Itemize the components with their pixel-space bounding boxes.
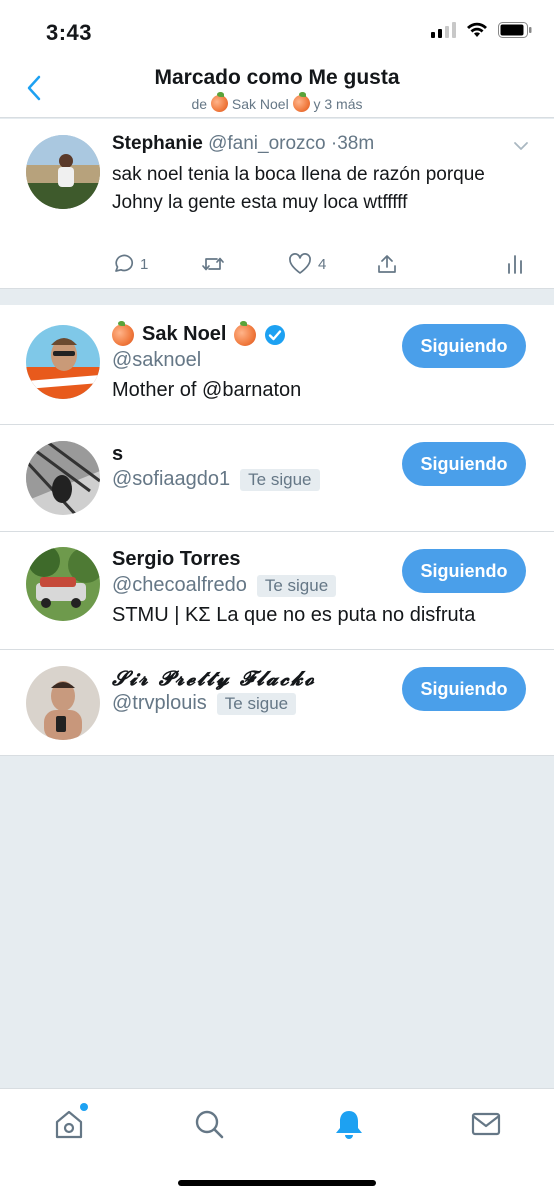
avatar[interactable] bbox=[26, 666, 100, 740]
user-handle-line: @checoalfredo Te sigue bbox=[112, 574, 337, 597]
retweet-button[interactable] bbox=[200, 253, 226, 275]
reply-count: 1 bbox=[140, 255, 149, 273]
avatar-photo bbox=[26, 441, 100, 515]
user-handle[interactable]: @checoalfredo bbox=[112, 574, 247, 597]
search-icon bbox=[195, 1110, 224, 1139]
retweet-icon bbox=[202, 257, 224, 271]
user-name[interactable]: s bbox=[112, 443, 123, 466]
like-button[interactable]: 4 bbox=[288, 253, 326, 275]
user-handle[interactable]: @saknoel bbox=[112, 349, 201, 372]
verified-icon bbox=[265, 324, 286, 345]
tab-notifications[interactable] bbox=[332, 1107, 366, 1141]
share-icon bbox=[378, 255, 396, 273]
battery-icon bbox=[498, 22, 532, 38]
notifications-icon bbox=[336, 1111, 362, 1139]
wifi-icon bbox=[467, 22, 487, 37]
follows-you-badge: Te sigue bbox=[256, 574, 337, 597]
tweet-text: sak noel tenia la boca llena de razón po… bbox=[112, 164, 485, 213]
analytics-icon bbox=[508, 255, 522, 274]
following-button[interactable]: Siguiendo bbox=[402, 324, 526, 368]
tab-home[interactable] bbox=[52, 1103, 88, 1141]
peach-emoji-icon bbox=[292, 92, 310, 112]
user-bio: Mother of @barnaton bbox=[112, 379, 302, 401]
follows-you-badge: Te sigue bbox=[216, 692, 297, 715]
cellular-signal-icon bbox=[431, 22, 456, 38]
page-subtitle: de Sak Noel y 3 más bbox=[0, 92, 554, 112]
peach-emoji-icon bbox=[234, 320, 257, 346]
user-handle-line: @trvplouis Te sigue bbox=[112, 692, 297, 715]
subtitle-prefix: de bbox=[191, 96, 208, 112]
following-button[interactable]: Siguiendo bbox=[402, 667, 526, 711]
tweet-time: 38m bbox=[337, 133, 375, 154]
user-handle[interactable]: @sofiaagdo1 bbox=[112, 468, 230, 491]
share-button[interactable] bbox=[376, 253, 398, 275]
subtitle-suffix: y 3 más bbox=[313, 96, 363, 112]
like-count: 4 bbox=[318, 255, 327, 273]
following-button[interactable]: Siguiendo bbox=[402, 549, 526, 593]
user-row[interactable]: s @sofiaagdo1 Te sigue Siguiendo bbox=[0, 425, 554, 532]
status-time: 3:43 bbox=[46, 20, 93, 45]
user-row[interactable]: Sak Noel @saknoel Mother of @barnaton Si… bbox=[0, 305, 554, 425]
peach-emoji-icon bbox=[112, 320, 134, 346]
user-row[interactable]: 𝓢𝓲𝓻 𝓟𝓻𝓮𝓽𝓽𝔂 𝓕𝓵𝓪𝓬𝓴𝓸 @trvplouis Te sigue Si… bbox=[0, 650, 554, 756]
status-icons bbox=[431, 22, 532, 38]
home-indicator[interactable] bbox=[178, 1180, 376, 1186]
user-row[interactable]: Sergio Torres @checoalfredo Te sigue STM… bbox=[0, 532, 554, 650]
page-title: Marcado como Me gusta bbox=[154, 66, 400, 89]
reply-icon bbox=[115, 254, 134, 272]
avatar[interactable] bbox=[26, 547, 100, 621]
user-name-line: 𝓢𝓲𝓻 𝓟𝓻𝓮𝓽𝓽𝔂 𝓕𝓵𝓪𝓬𝓴𝓸 bbox=[112, 666, 316, 690]
avatar-photo bbox=[26, 547, 100, 621]
avatar[interactable] bbox=[26, 325, 100, 399]
user-name[interactable]: Sergio Torres bbox=[112, 548, 241, 571]
user-bio: STMU | ΚΣ La que no es puta no disfruta bbox=[112, 604, 476, 626]
avatar-photo bbox=[26, 135, 100, 209]
follows-you-badge: Te sigue bbox=[240, 468, 320, 491]
avatar-photo bbox=[26, 325, 100, 399]
avatar-photo bbox=[26, 666, 100, 740]
reply-button[interactable]: 1 bbox=[112, 253, 148, 275]
peach-emoji-icon bbox=[210, 92, 228, 112]
status-bar: 3:43 bbox=[0, 0, 554, 62]
tweet-author-handle[interactable]: @fani_orozco bbox=[208, 133, 326, 154]
messages-icon bbox=[471, 1112, 501, 1136]
tweet-actions: 1 4 bbox=[112, 253, 530, 279]
like-icon bbox=[289, 253, 311, 274]
tab-messages[interactable] bbox=[469, 1107, 503, 1141]
liked-tweet[interactable]: Stephanie @fani_orozco ·38m sak noel ten… bbox=[0, 119, 554, 289]
following-button[interactable]: Siguiendo bbox=[402, 442, 526, 486]
subtitle-name: Sak Noel bbox=[231, 96, 289, 112]
avatar[interactable] bbox=[26, 135, 100, 209]
home-icon bbox=[55, 1110, 83, 1139]
user-name[interactable]: 𝓢𝓲𝓻 𝓟𝓻𝓮𝓽𝓽𝔂 𝓕𝓵𝓪𝓬𝓴𝓸 bbox=[112, 666, 316, 690]
user-name-line: Sak Noel bbox=[112, 320, 286, 346]
tweet-author-name[interactable]: Stephanie bbox=[112, 133, 203, 154]
analytics-button[interactable] bbox=[506, 253, 524, 275]
user-name-line: s bbox=[112, 443, 123, 466]
header: Marcado como Me gusta de Sak Noel y 3 má… bbox=[0, 62, 554, 118]
user-handle-line: @saknoel bbox=[112, 349, 201, 372]
user-name-line: Sergio Torres bbox=[112, 548, 241, 571]
tweet-header: Stephanie @fani_orozco ·38m bbox=[112, 133, 374, 155]
home-unread-dot bbox=[80, 1103, 88, 1111]
user-name[interactable]: Sak Noel bbox=[142, 323, 226, 346]
user-handle-line: @sofiaagdo1 Te sigue bbox=[112, 468, 320, 491]
avatar[interactable] bbox=[26, 441, 100, 515]
tab-search[interactable] bbox=[192, 1107, 226, 1141]
chevron-down-icon[interactable] bbox=[512, 137, 530, 155]
user-handle[interactable]: @trvplouis bbox=[112, 692, 207, 715]
